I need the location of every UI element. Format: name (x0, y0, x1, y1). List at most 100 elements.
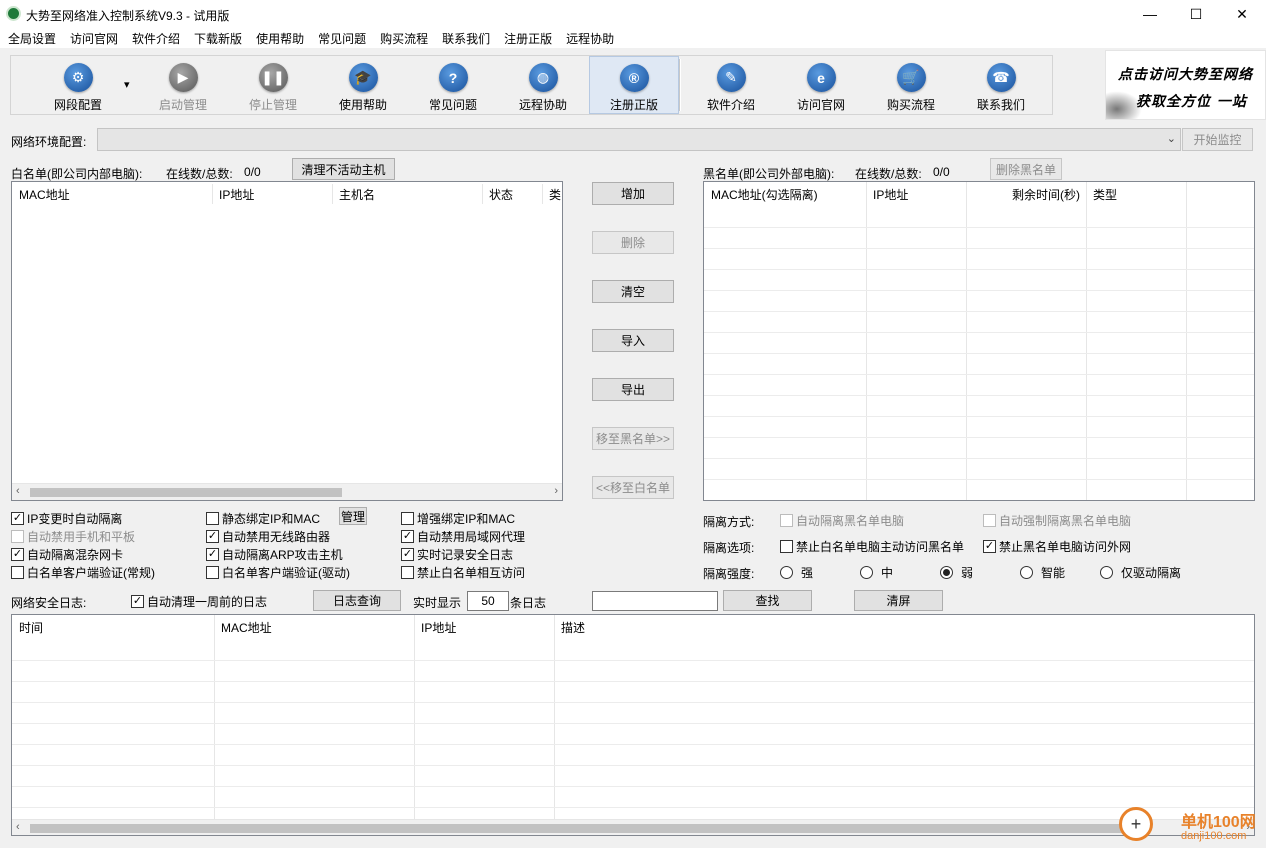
forbid-white-to-black-checkbox[interactable]: 禁止白名单电脑主动访问黑名单 (780, 538, 964, 555)
log-count-input[interactable]: 50 (467, 591, 509, 611)
strength-smart-radio[interactable]: 智能 (1020, 564, 1065, 581)
find-button[interactable]: 查找 (723, 590, 812, 611)
menu-contact[interactable]: 联系我们 (442, 30, 490, 47)
gear-icon: ⚙ (63, 63, 93, 92)
disable-lan-proxy-checkbox[interactable]: ✓ 自动禁用局域网代理 (401, 528, 525, 545)
menu-help[interactable]: 使用帮助 (256, 30, 304, 47)
whitelist-count-label: 在线数/总数: (166, 167, 233, 181)
whitelist-table[interactable]: MAC地址 IP地址 主机名 状态 类 ‹ › (11, 181, 563, 501)
strength-weak-radio[interactable]: 弱 (940, 564, 973, 581)
col-type[interactable]: 类 (542, 182, 562, 206)
col-time[interactable]: 时间 (12, 615, 214, 639)
watermark-site: danji100.com (1181, 830, 1247, 842)
clean-inactive-button[interactable]: 清理不活动主机 (292, 158, 395, 180)
software-intro-button[interactable]: ✎ 软件介绍 (686, 56, 776, 114)
menu-software-intro[interactable]: 软件介绍 (132, 30, 180, 47)
strength-driver-only-radio[interactable]: 仅驱动隔离 (1100, 564, 1181, 581)
col-ip[interactable]: IP地址 (212, 182, 332, 206)
close-button[interactable]: ✕ (1219, 0, 1265, 28)
banner-ad[interactable]: 点击访问大势至网络 获取全方位 一站 (1105, 50, 1266, 120)
col-ip[interactable]: IP地址 (414, 615, 554, 639)
blacklist-count-value: 0/0 (933, 165, 950, 179)
remote-assist-button[interactable]: ◍ 远程协助 (498, 56, 588, 114)
visit-site-button[interactable]: e 访问官网 (776, 56, 866, 114)
whitelist-title: 白名单(即公司内部电脑): (11, 167, 143, 181)
scroll-left-icon[interactable]: ‹ (16, 485, 20, 497)
menu-global-settings[interactable]: 全局设置 (8, 30, 56, 47)
menu-visit-site[interactable]: 访问官网 (70, 30, 118, 47)
disable-mobile-checkbox[interactable]: 自动禁用手机和平板 (11, 528, 135, 545)
watermark-name: 单机100网 (1181, 814, 1256, 831)
force-isolate-blacklist-checkbox[interactable]: 自动强制隔离黑名单电脑 (983, 512, 1131, 529)
forbid-black-internet-checkbox[interactable]: ✓ 禁止黑名单电脑访问外网 (983, 538, 1131, 555)
col-mac[interactable]: MAC地址 (12, 182, 212, 206)
faq-button[interactable]: ? 常见问题 (408, 56, 498, 114)
move-to-whitelist-button[interactable]: <<移至白名单 (592, 476, 674, 499)
log-query-button[interactable]: 日志查询 (313, 590, 401, 611)
blacklist-table[interactable]: MAC地址(勾选隔离) IP地址 剩余时间(秒) 类型 (703, 181, 1255, 501)
log-search-input[interactable] (592, 591, 718, 611)
menu-faq[interactable]: 常见问题 (318, 30, 366, 47)
isolation-mode-label: 隔离方式: (703, 515, 755, 529)
chevron-down-icon[interactable]: ▾ (124, 78, 130, 91)
clear-screen-button[interactable]: 清屏 (854, 590, 943, 611)
menu-download[interactable]: 下载新版 (194, 30, 242, 47)
whitelist-hscroll[interactable]: ‹ › (12, 483, 562, 500)
col-description[interactable]: 描述 (554, 615, 854, 639)
network-config-button[interactable]: ⚙ 网段配置 (33, 56, 123, 114)
auto-clean-log-checkbox[interactable]: ✓ 自动清理一周前的日志 (131, 593, 267, 610)
start-monitor-button[interactable]: 开始监控 (1182, 128, 1253, 151)
phone-icon: ☎ (986, 63, 1016, 92)
strength-medium-radio[interactable]: 中 (860, 564, 893, 581)
log-table[interactable]: 时间 MAC地址 IP地址 描述 ‹ › (11, 614, 1255, 836)
menu-purchase[interactable]: 购买流程 (380, 30, 428, 47)
help-button[interactable]: 🎓 使用帮助 (318, 56, 408, 114)
menu-remote[interactable]: 远程协助 (566, 30, 614, 47)
pause-icon: ❚❚ (258, 63, 288, 92)
scroll-left-icon[interactable]: ‹ (16, 821, 20, 833)
col-ip[interactable]: IP地址 (866, 182, 966, 206)
auto-isolate-blacklist-checkbox[interactable]: 自动隔离黑名单电脑 (780, 512, 904, 529)
registered-icon: ® (619, 64, 649, 92)
add-button[interactable]: 增加 (592, 182, 674, 205)
col-mac[interactable]: MAC地址 (214, 615, 414, 639)
client-verify-driver-checkbox[interactable]: 白名单客户端验证(驱动) (206, 564, 350, 581)
contact-button[interactable]: ☎ 联系我们 (956, 56, 1046, 114)
col-type[interactable]: 类型 (1086, 182, 1186, 206)
isolate-arp-attack-checkbox[interactable]: ✓ 自动隔离ARP攻击主机 (206, 546, 343, 563)
disable-wireless-router-checkbox[interactable]: ✓ 自动禁用无线路由器 (206, 528, 330, 545)
static-bind-checkbox[interactable]: 静态绑定IP和MAC (206, 510, 320, 527)
start-manage-button[interactable]: ▶ 启动管理 (138, 56, 228, 114)
maximize-button[interactable]: ☐ (1173, 0, 1219, 28)
col-status[interactable]: 状态 (482, 182, 542, 206)
delete-button[interactable]: 删除 (592, 231, 674, 254)
move-to-blacklist-button[interactable]: 移至黑名单>> (592, 427, 674, 450)
scroll-right-icon[interactable]: › (554, 485, 558, 497)
isolate-promiscuous-checkbox[interactable]: ✓ 自动隔离混杂网卡 (11, 546, 123, 563)
import-button[interactable]: 导入 (592, 329, 674, 352)
export-button[interactable]: 导出 (592, 378, 674, 401)
enhanced-bind-checkbox[interactable]: 增强绑定IP和MAC (401, 510, 515, 527)
forbid-whitelist-mutual-checkbox[interactable]: 禁止白名单相互访问 (401, 564, 525, 581)
col-hostname[interactable]: 主机名 (332, 182, 482, 206)
col-mac-isolate[interactable]: MAC地址(勾选隔离) (704, 182, 866, 206)
purchase-button[interactable]: 🛒 购买流程 (866, 56, 956, 114)
ip-change-isolate-checkbox[interactable]: ✓ IP变更时自动隔离 (11, 510, 122, 527)
env-config-select[interactable]: ⌄ (97, 128, 1181, 151)
client-verify-normal-checkbox[interactable]: 白名单客户端验证(常规) (11, 564, 155, 581)
register-button[interactable]: ® 注册正版 (589, 56, 679, 114)
scroll-thumb[interactable] (30, 824, 1130, 833)
menu-register[interactable]: 注册正版 (504, 30, 552, 47)
document-edit-icon: ✎ (716, 63, 746, 92)
minimize-button-2[interactable]: — (1127, 0, 1173, 28)
toolbar-separator (679, 59, 681, 111)
log-hscroll[interactable]: ‹ › (12, 819, 1254, 835)
stop-manage-button[interactable]: ❚❚ 停止管理 (228, 56, 318, 114)
manage-button[interactable]: 管理 (339, 507, 367, 525)
delete-blacklist-button[interactable]: 删除黑名单 (990, 158, 1062, 180)
clear-button[interactable]: 清空 (592, 280, 674, 303)
col-remaining-time[interactable]: 剩余时间(秒) (966, 182, 1086, 206)
strength-strong-radio[interactable]: 强 (780, 564, 813, 581)
realtime-log-checkbox[interactable]: ✓ 实时记录安全日志 (401, 546, 513, 563)
scroll-thumb[interactable] (30, 488, 342, 497)
